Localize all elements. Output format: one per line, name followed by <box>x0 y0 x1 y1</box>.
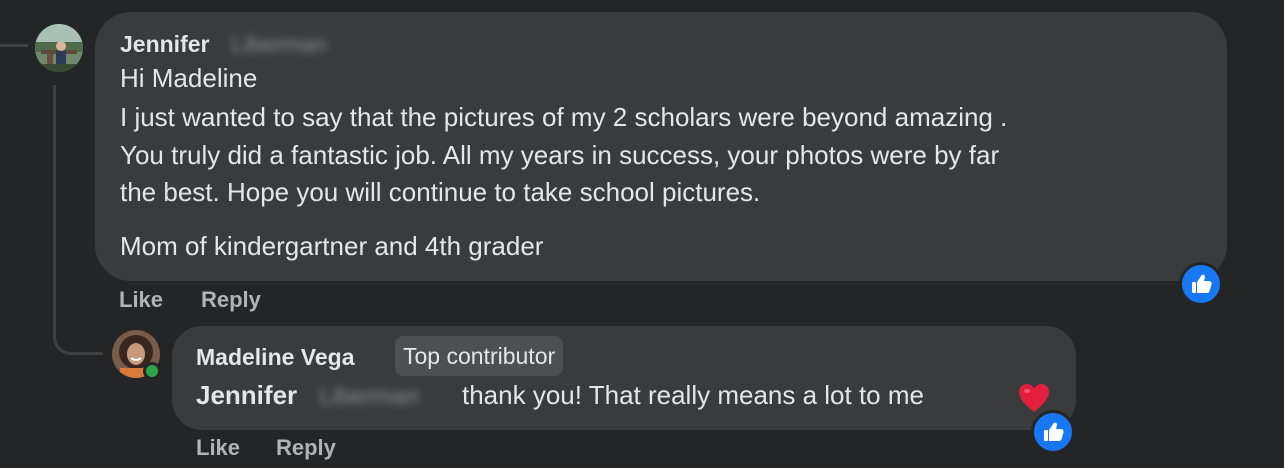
reply-author-name[interactable]: Madeline Vega <box>196 344 355 371</box>
comment-line-5: Mom of kindergartner and 4th grader <box>120 231 544 261</box>
top-contributor-badge[interactable]: Top contributor <box>395 336 564 376</box>
comment-line-1: Hi Madeline <box>120 63 258 93</box>
reply-reply-button[interactable]: Reply <box>276 435 336 461</box>
reply-bubble: Madeline Vega Top contributor Jennifer L… <box>172 326 1076 430</box>
comment-author-lastname-blurred[interactable]: Liberman <box>231 31 327 58</box>
heart-icon <box>1019 384 1049 412</box>
thread-line-curve <box>53 320 103 355</box>
comment-line-4: the best. Hope you will continue to take… <box>120 177 761 207</box>
comment-like-button[interactable]: Like <box>119 287 163 313</box>
online-status-dot <box>143 362 161 380</box>
thumbs-up-icon <box>1044 422 1064 441</box>
reply-mention-name[interactable]: Jennifer <box>196 377 297 415</box>
comment-bubble: Jennifer Liberman Hi Madeline I just wan… <box>95 12 1227 281</box>
comment-author-name[interactable]: Jennifer <box>120 31 209 58</box>
comment-like-reaction[interactable] <box>1179 262 1223 306</box>
reply-mention-lastname-blurred[interactable]: Liberman <box>319 383 419 411</box>
reply-text: thank you! That really means a lot to me <box>462 380 924 410</box>
comment-reply-button[interactable]: Reply <box>201 287 261 313</box>
comment-line-3: You truly did a fantastic job. All my ye… <box>120 140 1000 170</box>
commenter-avatar[interactable] <box>35 24 83 72</box>
comment-line-2: I just wanted to say that the pictures o… <box>120 102 1008 132</box>
avatar-photo-icon <box>35 24 83 72</box>
reply-like-reaction[interactable] <box>1031 410 1075 454</box>
thread-line-vertical <box>53 85 56 340</box>
thread-line-left-stub <box>0 44 28 47</box>
reply-like-button[interactable]: Like <box>196 435 240 461</box>
thumbs-up-icon <box>1192 274 1212 293</box>
